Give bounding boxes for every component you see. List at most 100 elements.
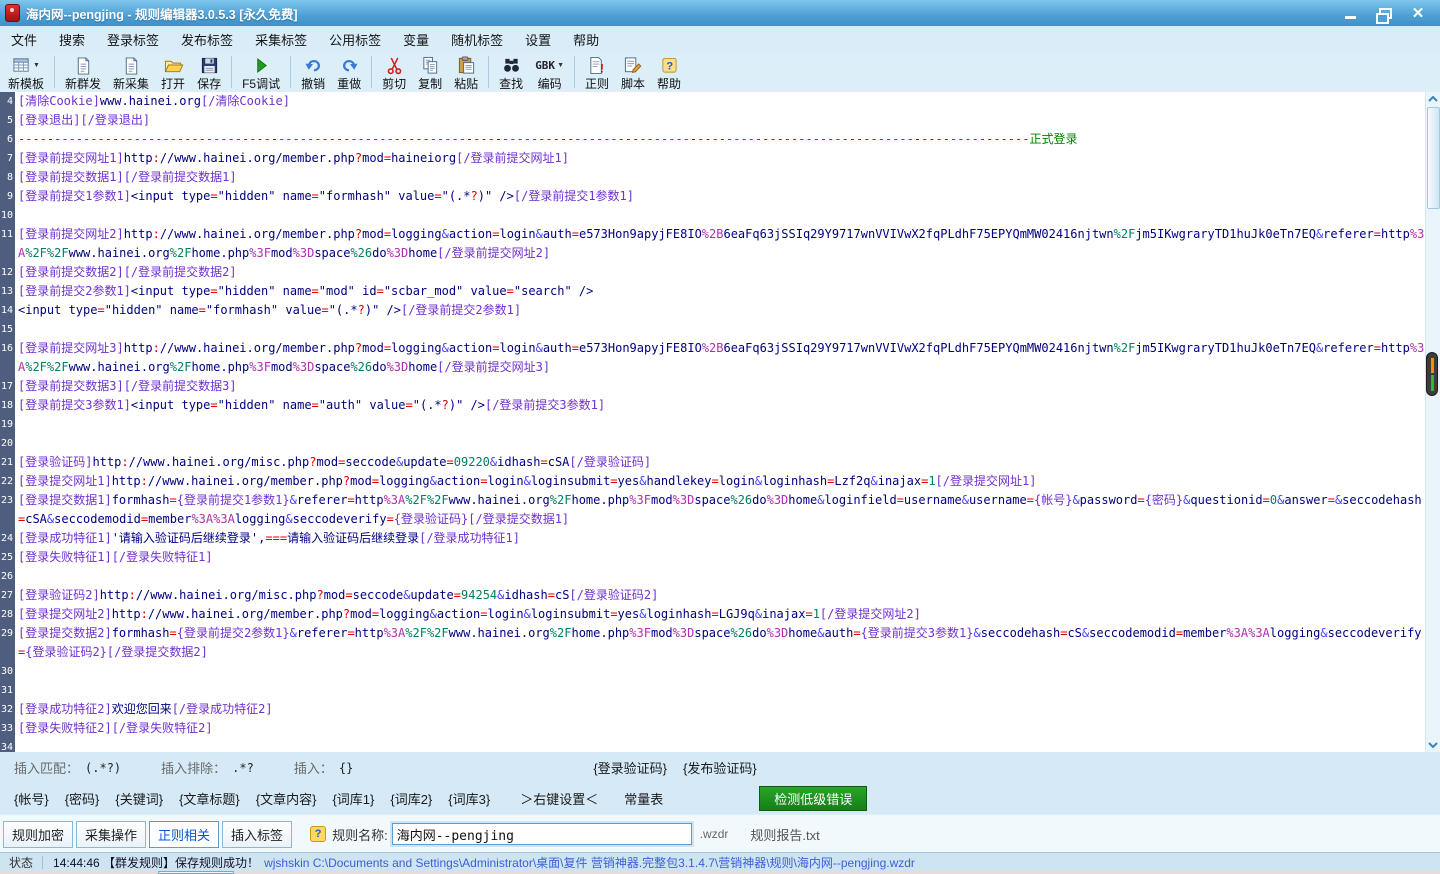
close-button[interactable]: ✕ [1406,4,1430,22]
menu-item-variables[interactable]: 变量 [392,30,440,49]
editor-line-text: [登录提交数据1]formhash={登录前提交1参数1}&referer=ht… [15,491,1426,529]
menu-item-random-tags[interactable]: 随机标签 [440,30,514,49]
new-doc-icon [74,54,93,77]
new-collect-button[interactable]: 新采集 [107,53,155,91]
insert-tag-button[interactable]: {关键词} [115,789,163,808]
save-button[interactable]: 保存 [191,53,227,91]
editor-line[interactable]: 20 [0,434,1426,453]
insert-field-value[interactable]: (.*?) [85,761,121,775]
editor-line[interactable]: 5[登录退出][/登录退出] [0,111,1426,130]
editor-line[interactable]: 9[登录前提交1参数1]<input type="hidden" name="f… [0,187,1426,206]
rule-report-link[interactable]: 规则报告.txt [750,825,819,844]
editor-line[interactable]: 8[登录前提交数据1][/登录前提交数据1] [0,168,1426,187]
scroll-down-arrow-icon[interactable] [1426,738,1440,752]
vertical-scrollbar[interactable] [1425,92,1440,752]
editor-line[interactable]: 26 [0,567,1426,586]
editor-line[interactable]: 28[登录提交网址2]http://www.hainei.org/member.… [0,605,1426,624]
menu-item-search[interactable]: 搜索 [48,30,96,49]
tab-插入标签[interactable]: 插入标签 [222,821,292,848]
insert-tag-button[interactable]: {文章标题} [179,789,240,808]
insert-tag-button[interactable]: {登录验证码} [593,758,667,777]
editor-line[interactable]: 22[登录提交网址1]http://www.hainei.org/member.… [0,472,1426,491]
editor-line[interactable]: 12[登录前提交数据2][/登录前提交数据2] [0,263,1426,282]
editor-line[interactable]: 21[登录验证码]http://www.hainei.org/misc.php?… [0,453,1426,472]
regex-button[interactable]: !正则 [579,53,615,91]
redo-button[interactable]: 重做 [331,53,367,91]
menu-item-login-tags[interactable]: 登录标签 [96,30,170,49]
insert-tag-button[interactable]: {词库1} [332,789,374,808]
tab-采集操作[interactable]: 采集操作 [76,821,146,848]
editor-line[interactable]: 4[清除Cookie]www.hainei.org[/清除Cookie] [0,92,1426,111]
editor-line[interactable]: 34 [0,738,1426,752]
editor-line[interactable]: 30 [0,662,1426,681]
undo-button[interactable]: 撤销 [295,53,331,91]
editor-line[interactable]: 10 [0,206,1426,225]
rule-name-help-icon[interactable]: ? [310,826,326,842]
scrollbar-thumb[interactable] [1427,107,1440,209]
copy-button[interactable]: 复制 [412,53,448,91]
insert-tag-button[interactable]: {密码} [65,789,100,808]
script-button[interactable]: 脚本 [615,53,651,91]
editor-line[interactable]: 33[登录失败特征2][/登录失败特征2] [0,719,1426,738]
chevron-down-icon[interactable]: ▼ [557,62,564,69]
line-number: 29 [0,624,15,662]
editor-line[interactable]: 13[登录前提交2参数1]<input type="hidden" name="… [0,282,1426,301]
window-title: 海内网--pengjing - 规则编辑器3.0.5.3 [永久免费] [26,4,298,23]
editor-line[interactable]: 25[登录失败特征1][/登录失败特征1] [0,548,1426,567]
editor-line[interactable]: 15 [0,320,1426,339]
cut-button[interactable]: 剪切 [376,53,412,91]
editor-line[interactable]: 14<input type="hidden" name="formhash" v… [0,301,1426,320]
line-number: 8 [0,168,15,187]
scroll-up-arrow-icon[interactable] [1426,92,1440,106]
f5-debug-button[interactable]: F5调试 [236,53,286,91]
editor-line[interactable]: 19 [0,415,1426,434]
line-number: 15 [0,320,15,339]
open-button[interactable]: 打开 [155,53,191,91]
tab-规则加密[interactable]: 规则加密 [3,821,73,848]
editor-line[interactable]: 27[登录验证码2]http://www.hainei.org/misc.php… [0,586,1426,605]
encoding-button[interactable]: GBK▼编码 [529,53,570,91]
insert-tag-button[interactable]: {词库3} [448,789,490,808]
editor-line[interactable]: 29[登录提交数据2]formhash={登录前提交2参数1}&referer=… [0,624,1426,662]
new-template-button[interactable]: ▼新模板 [2,53,50,91]
editor-line[interactable]: 18[登录前提交3参数1]<input type="hidden" name="… [0,396,1426,415]
insert-field-value[interactable]: {} [339,761,353,775]
editor-line[interactable]: 31 [0,681,1426,700]
insert-tag-button[interactable]: {词库2} [390,789,432,808]
editor-line[interactable]: 32[登录成功特征2]欢迎您回来[/登录成功特征2] [0,700,1426,719]
help-button[interactable]: ?帮助 [651,53,687,91]
check-errors-button[interactable]: 检测低级错误 [759,786,867,811]
editor-line[interactable]: 24[登录成功特征1]'请输入验证码后继续登录',===请输入验证码后继续登录[… [0,529,1426,548]
paste-button[interactable]: 粘贴 [448,53,484,91]
find-button[interactable]: 查找 [493,53,529,91]
editor-line[interactable]: 6---------------------------------------… [0,130,1426,149]
editor-line[interactable]: 11[登录前提交网址2]http://www.hainei.org/member… [0,225,1426,263]
editor-line[interactable]: 17[登录前提交数据3][/登录前提交数据3] [0,377,1426,396]
menu-item-help[interactable]: 帮助 [562,30,610,49]
minimize-button[interactable] [1338,4,1362,22]
menu-item-settings[interactable]: 设置 [514,30,562,49]
menu-item-common-tags[interactable]: 公用标签 [318,30,392,49]
menu-item-publish-tags[interactable]: 发布标签 [170,30,244,49]
constants-table-button[interactable]: 常量表 [624,789,663,808]
rule-code-editor[interactable]: 4[清除Cookie]www.hainei.org[/清除Cookie]5[登录… [0,92,1426,752]
editor-line[interactable]: 23[登录提交数据1]formhash={登录前提交1参数1}&referer=… [0,491,1426,529]
chevron-down-icon[interactable]: ▼ [33,62,40,69]
insert-tag-button[interactable]: {帐号} [14,789,49,808]
tab-正则相关[interactable]: 正则相关 [149,821,219,848]
insert-tag-button[interactable]: {发布验证码} [683,758,757,777]
rule-name-input[interactable] [392,823,692,845]
menu-item-file[interactable]: 文件 [0,30,48,49]
editor-line[interactable]: 16[登录前提交网址3]http://www.hainei.org/member… [0,339,1426,377]
title-bar: 海内网--pengjing - 规则编辑器3.0.5.3 [永久免费] ✕ [0,0,1440,26]
insert-field-value[interactable]: .*? [232,761,254,775]
right-click-settings-label[interactable]: ＞右键设置＜ [520,789,598,808]
line-number: 33 [0,719,15,738]
restore-button[interactable] [1372,4,1396,22]
menu-item-collect-tags[interactable]: 采集标签 [244,30,318,49]
new-group-send-button[interactable]: 新群发 [59,53,107,91]
editor-line-text: [清除Cookie]www.hainei.org[/清除Cookie] [15,92,1426,111]
line-number: 34 [0,738,15,752]
insert-tag-button[interactable]: {文章内容} [256,789,317,808]
editor-line[interactable]: 7[登录前提交网址1]http://www.hainei.org/member.… [0,149,1426,168]
